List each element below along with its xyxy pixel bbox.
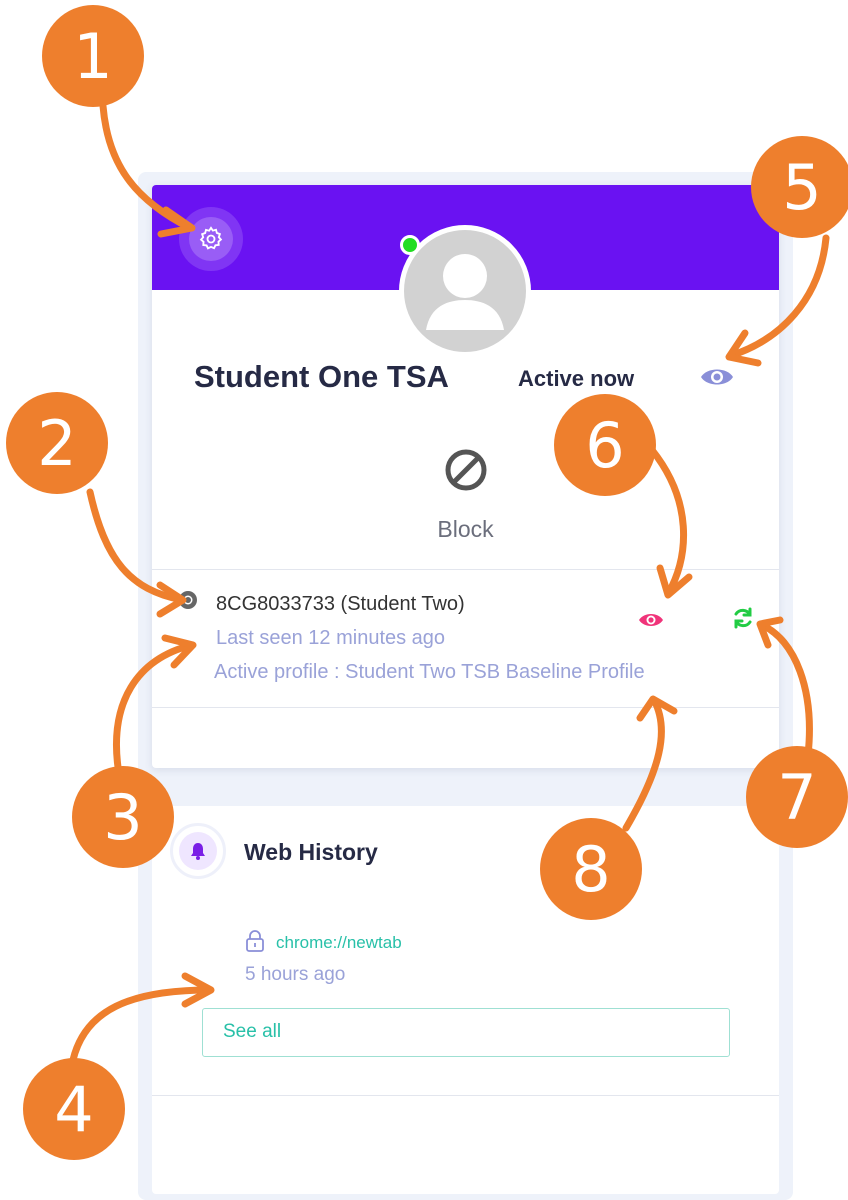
annotation-arrows — [69, 102, 830, 1064]
callout-7: 7 — [746, 746, 848, 848]
callout-8: 8 — [540, 818, 642, 920]
callout-1: 1 — [42, 5, 144, 107]
callout-2: 2 — [6, 392, 108, 494]
callout-4: 4 — [23, 1058, 125, 1160]
callout-6: 6 — [554, 394, 656, 496]
callout-3: 3 — [72, 766, 174, 868]
callout-5: 5 — [751, 136, 848, 238]
